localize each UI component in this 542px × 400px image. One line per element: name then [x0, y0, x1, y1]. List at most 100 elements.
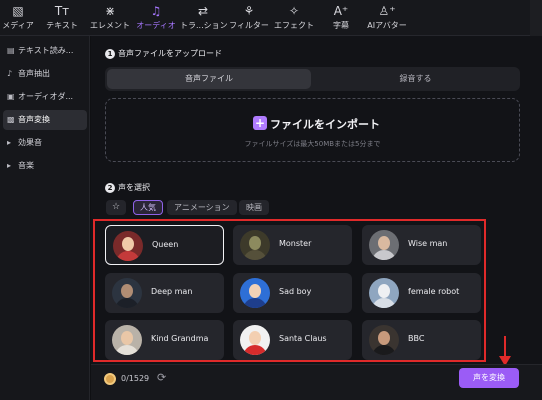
plus-icon: + [253, 116, 267, 130]
filter-icon: ⚘ [243, 4, 255, 18]
refresh-icon[interactable]: ⟳ [157, 371, 166, 384]
upload-source-tabs: 音声ファイル 録音する [105, 67, 520, 91]
file-drop-zone[interactable]: + ファイルをインポート ファイルサイズは最大50MBまたは5分まで [105, 98, 520, 162]
chevron-right-icon: ▸ [7, 138, 12, 147]
import-file-button[interactable]: + ファイルをインポート [253, 116, 380, 132]
chevron-right-icon: ▸ [7, 161, 12, 170]
filter-animation[interactable]: アニメーション [167, 200, 237, 215]
voice-title: 声を選択 [118, 183, 150, 192]
toolbar-item-audio[interactable]: ♫ オーディオ [133, 3, 179, 34]
text-to-speech-icon: ▤ [7, 46, 15, 55]
step-number: 1 [105, 49, 115, 59]
avatar [113, 231, 143, 261]
import-label: ファイルをインポート [270, 118, 380, 131]
audio-duck-icon: ▣ [7, 92, 15, 101]
avatar [369, 230, 399, 260]
voice-name: Santa Claus [279, 334, 327, 343]
avatar [112, 278, 142, 308]
audio-sidebar: ▤ テキスト読み... ♪ 音声抽出 ▣ オーディオダ... ▩ 音声変換 ▸ 効果音 ▸… [0, 36, 90, 400]
sidebar-item-audio-ducking[interactable]: ▣ オーディオダ... [3, 87, 87, 107]
top-toolbar: ▧ メディア Tт テキスト ⋇ エレメント ♫ オーディオ ⇄ トラ...ショ… [0, 0, 542, 36]
caption-icon: A⁺ [333, 4, 349, 18]
sidebar-item-label: 音声抽出 [18, 69, 50, 78]
effect-icon: ✧ [288, 4, 300, 18]
avatar [369, 278, 399, 308]
toolbar-item-label: フィルター [229, 21, 269, 30]
tab-audio-file[interactable]: 音声ファイル [107, 69, 311, 89]
convert-voice-button[interactable]: 声を変換 [459, 368, 519, 388]
filter-popular[interactable]: 人気 [133, 200, 163, 215]
sidebar-item-label: オーディオダ... [18, 92, 74, 101]
voice-card-santa-claus[interactable]: Santa Claus [233, 320, 352, 360]
audio-icon: ♫ [150, 4, 162, 18]
sidebar-item-text-to-speech[interactable]: ▤ テキスト読み... [3, 41, 87, 61]
toolbar-item-transition[interactable]: ⇄ トラ...ション [180, 3, 228, 34]
step-number: 2 [105, 183, 115, 193]
avatar [240, 230, 270, 260]
toolbar-item-label: テキスト [46, 21, 78, 30]
toolbar-item-ai-avatar[interactable]: ♙⁺ AIアバター [362, 3, 412, 34]
voice-card-wise-man[interactable]: Wise man [362, 225, 481, 265]
voice-name: Queen [152, 240, 179, 249]
toolbar-item-label: エレメント [90, 21, 130, 30]
avatar [240, 278, 270, 308]
voice-card-monster[interactable]: Monster [233, 225, 352, 265]
file-size-hint: ファイルサイズは最大50MBまたは5分まで [244, 140, 381, 148]
toolbar-item-label: 字幕 [333, 21, 349, 30]
avatar [112, 325, 142, 355]
sidebar-item-voice-extract[interactable]: ♪ 音声抽出 [3, 64, 87, 84]
sidebar-item-music[interactable]: ▸ 音楽 [3, 156, 87, 176]
arrow-down-icon [499, 336, 511, 366]
toolbar-item-label: トラ...ション [180, 21, 228, 30]
voice-name: female robot [408, 287, 460, 296]
media-icon: ▧ [12, 4, 24, 18]
toolbar-item-label: AIアバター [367, 21, 407, 30]
ai-avatar-icon: ♙⁺ [378, 4, 396, 18]
voice-name: Deep man [151, 287, 193, 296]
sidebar-item-label: 音楽 [18, 161, 34, 170]
upload-title: 音声ファイルをアップロード [118, 49, 222, 58]
toolbar-item-effect[interactable]: ✧ エフェクト [271, 3, 317, 34]
voice-name: Wise man [408, 239, 448, 248]
avatar [369, 325, 399, 355]
voice-change-icon: ▩ [7, 115, 15, 124]
voice-name: Sad boy [279, 287, 312, 296]
footer-bar: 0/1529 ⟳ 声を変換 [91, 364, 542, 400]
credits-counter: 0/1529 [121, 374, 150, 383]
sidebar-item-label: 効果音 [18, 138, 42, 147]
voice-card-queen[interactable]: Queen [105, 225, 224, 265]
element-icon: ⋇ [104, 4, 116, 18]
microphone-icon: ♪ [7, 69, 13, 78]
filter-movie[interactable]: 映画 [239, 200, 269, 215]
voice-card-sad-boy[interactable]: Sad boy [233, 273, 352, 313]
toolbar-item-media[interactable]: ▧ メディア [0, 3, 36, 34]
avatar [240, 325, 270, 355]
voice-section-title: 2 声を選択 [105, 182, 150, 193]
sidebar-item-sound-effects[interactable]: ▸ 効果音 [3, 133, 87, 153]
text-icon: Tт [54, 4, 70, 18]
voice-card-deep-man[interactable]: Deep man [105, 273, 224, 313]
sidebar-item-label: テキスト読み... [18, 46, 74, 55]
toolbar-item-caption[interactable]: A⁺ 字幕 [325, 3, 357, 34]
voice-card-bbc[interactable]: BBC [362, 320, 481, 360]
coin-icon [104, 373, 116, 385]
voice-name: Monster [279, 239, 312, 248]
toolbar-item-text[interactable]: Tт テキスト [42, 3, 82, 34]
voice-grid-highlight: Queen Monster Wise man Deep man Sad boy [93, 219, 486, 362]
toolbar-item-label: メディア [2, 21, 34, 30]
toolbar-item-label: オーディオ [136, 21, 176, 30]
voice-card-female-robot[interactable]: female robot [362, 273, 481, 313]
voice-card-kind-grandma[interactable]: Kind Grandma [105, 320, 224, 360]
sidebar-item-label: 音声変換 [18, 115, 50, 124]
toolbar-item-label: エフェクト [274, 21, 314, 30]
sidebar-item-voice-changer[interactable]: ▩ 音声変換 [3, 110, 87, 130]
transition-icon: ⇄ [197, 4, 209, 18]
upload-section-title: 1 音声ファイルをアップロード [105, 48, 222, 59]
tab-record[interactable]: 録音する [313, 69, 518, 89]
voice-name: BBC [408, 334, 425, 343]
toolbar-item-element[interactable]: ⋇ エレメント [87, 3, 133, 34]
toolbar-item-filter[interactable]: ⚘ フィルター [226, 3, 272, 34]
favorites-star-icon[interactable]: ☆ [106, 200, 126, 215]
voice-changer-panel: 1 音声ファイルをアップロード 音声ファイル 録音する + ファイルをインポート フ… [91, 36, 542, 400]
toolbar-edge [530, 0, 542, 36]
